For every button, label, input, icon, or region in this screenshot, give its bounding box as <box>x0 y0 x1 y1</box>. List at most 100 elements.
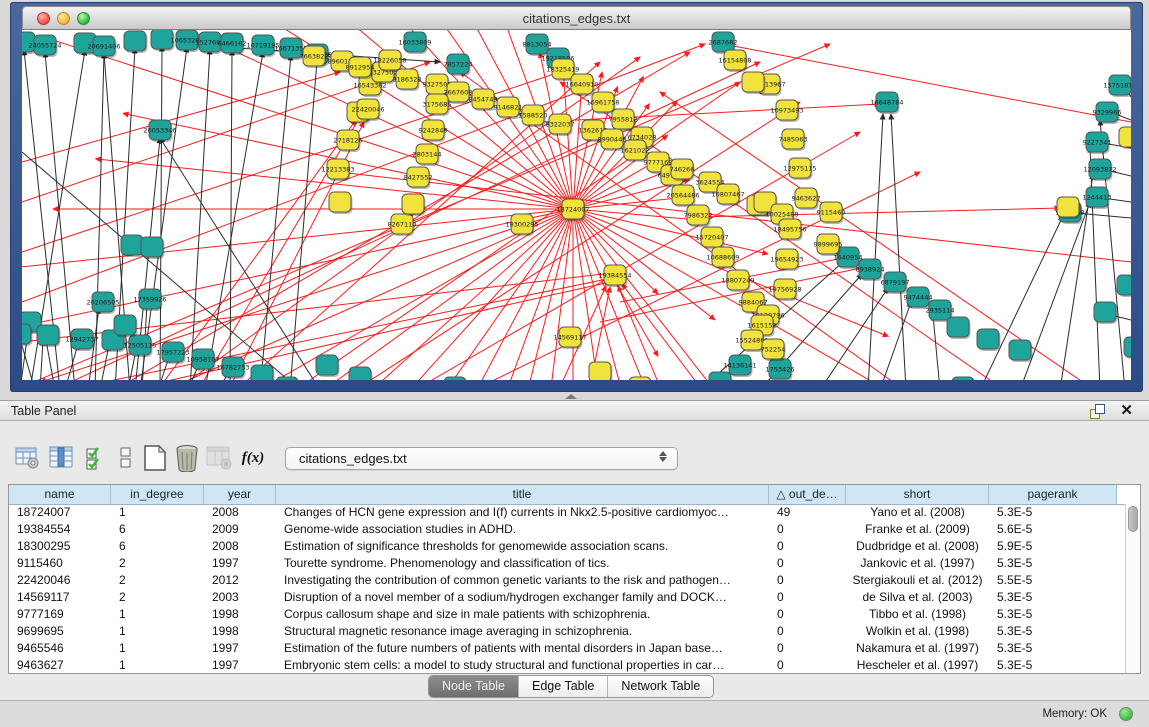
graph-node[interactable] <box>349 367 373 380</box>
graph-node[interactable]: 12213383 <box>321 159 354 181</box>
float-panel-button[interactable] <box>1090 404 1105 419</box>
graph-node[interactable] <box>444 377 468 380</box>
graph-node[interactable] <box>1124 337 1131 359</box>
graph-node[interactable]: 752254 <box>761 339 786 361</box>
graph-node[interactable]: 3175685 <box>423 94 452 116</box>
graph-node[interactable]: 10688609 <box>706 247 739 269</box>
graph-node[interactable]: 16033809 <box>398 32 431 54</box>
table-row[interactable]: 969969511998Structural magnetic resonanc… <box>9 623 1124 640</box>
graph-node[interactable] <box>709 372 733 380</box>
graph-node[interactable]: 1244413 <box>1083 187 1112 209</box>
graph-node[interactable] <box>329 192 353 214</box>
window-titlebar[interactable]: citations_edges.txt <box>22 6 1131 30</box>
graph-node[interactable]: 16648784 <box>870 92 903 114</box>
graph-node[interactable] <box>316 355 340 377</box>
graph-node[interactable]: 9329966 <box>1093 102 1122 124</box>
graph-node[interactable]: 7857224 <box>444 54 473 76</box>
table-row[interactable]: 1938455462009Genome-wide association stu… <box>9 521 1124 538</box>
column-header-short[interactable]: short <box>846 485 989 504</box>
graph-node[interactable]: 19756928 <box>768 279 801 301</box>
table-scrollbar[interactable] <box>1125 504 1140 673</box>
column-header-title[interactable]: title <box>276 485 769 504</box>
tab-edge-table[interactable]: Edge Table <box>519 676 608 697</box>
column-header-out_de[interactable]: △ out_de… <box>769 485 846 504</box>
graph-node[interactable]: 8427552 <box>404 167 433 189</box>
table-options-icon[interactable] <box>14 443 40 473</box>
table-row[interactable]: 946554611997Estimation of the future num… <box>9 640 1124 657</box>
graph-node[interactable] <box>124 31 148 53</box>
select-columns-icon[interactable] <box>84 443 110 473</box>
table-row[interactable]: 1456911722003Disruption of a novel membe… <box>9 589 1124 606</box>
graph-node[interactable] <box>952 377 976 380</box>
graph-node[interactable]: 2803144 <box>413 144 442 166</box>
graph-node[interactable] <box>1094 302 1118 324</box>
graph-node[interactable]: 12942737 <box>65 329 98 351</box>
graph-node[interactable] <box>1117 275 1131 297</box>
table-row[interactable]: 1872400712008Changes of HCN gene express… <box>9 504 1124 521</box>
graph-node[interactable]: 15720407 <box>695 227 728 249</box>
table-row[interactable]: 977716911998Corpus callosum shape and si… <box>9 606 1124 623</box>
graph-node[interactable]: 6466162 <box>218 33 247 55</box>
graph-node[interactable] <box>276 377 300 380</box>
graph-node[interactable]: 16782753 <box>216 357 249 379</box>
graph-node[interactable]: 12093872 <box>1083 159 1116 181</box>
graph-node[interactable] <box>22 324 33 346</box>
function-builder-icon[interactable]: f(x) <box>240 443 266 473</box>
show-columns-icon[interactable] <box>48 443 74 473</box>
close-panel-button[interactable]: ✕ <box>1120 402 1133 420</box>
graph-node[interactable]: 18807249 <box>721 270 754 292</box>
graph-node[interactable] <box>947 317 971 339</box>
graph-node[interactable] <box>37 325 61 347</box>
tab-node-table[interactable]: Node Table <box>429 676 519 697</box>
column-header-in_degree[interactable]: in_degree <box>111 485 204 504</box>
table-row[interactable]: 911546021997Tourette syndrome. Phenomeno… <box>9 555 1124 572</box>
column-header-pagerank[interactable]: pagerank <box>989 485 1117 504</box>
scrollbar-thumb[interactable] <box>1128 506 1138 532</box>
graph-node[interactable]: 17957223 <box>156 342 189 364</box>
graph-node[interactable]: 7485063 <box>779 129 808 151</box>
row-height-icon[interactable] <box>113 443 139 473</box>
table-row[interactable]: 946362711997Embryonic stem cells: a mode… <box>9 657 1124 673</box>
graph-node[interactable] <box>629 377 653 380</box>
graph-node[interactable]: 8912954 <box>346 57 375 79</box>
graph-node[interactable] <box>114 315 138 337</box>
graph-node[interactable]: 12975115 <box>783 158 816 180</box>
column-header-year[interactable]: year <box>204 485 276 504</box>
graph-node[interactable]: 19654923 <box>770 249 803 271</box>
graph-node[interactable]: 9899695 <box>814 234 843 256</box>
graph-node[interactable] <box>402 194 426 216</box>
table-selector-dropdown[interactable]: citations_edges.txt <box>285 447 678 470</box>
graph-node[interactable] <box>141 237 165 259</box>
column-header-name[interactable]: name <box>9 485 111 504</box>
graph-node[interactable]: 15751874 <box>1103 75 1131 97</box>
graph-node[interactable]: 9463627 <box>792 188 821 210</box>
graph-node[interactable]: 8322037 <box>546 114 575 136</box>
memory-ok-indicator[interactable] <box>1119 707 1133 721</box>
graph-node[interactable]: 1588520 <box>519 105 548 127</box>
graph-node[interactable] <box>589 362 613 380</box>
panel-splitter-handle[interactable] <box>565 394 577 399</box>
graph-node[interactable]: 9227341 <box>1083 132 1112 154</box>
graph-node[interactable] <box>1119 127 1131 149</box>
tab-network-table[interactable]: Network Table <box>608 676 713 697</box>
graph-node[interactable]: 20206505 <box>86 292 119 314</box>
graph-node[interactable]: 746266 <box>670 159 695 181</box>
graph-node[interactable]: 17359926 <box>133 289 166 311</box>
table-row[interactable]: 2242004622012Investigating the contribut… <box>9 572 1124 589</box>
graph-node[interactable] <box>1009 340 1033 362</box>
graph-node[interactable]: 7663822 <box>300 46 329 68</box>
graph-node[interactable]: 2718126 <box>334 130 363 152</box>
network-graph-canvas[interactable]: 2405572420691406106532871527602646616210… <box>22 30 1131 380</box>
delete-table-icon[interactable] <box>174 443 200 473</box>
graph-node[interactable] <box>742 72 766 94</box>
graph-node[interactable] <box>251 365 275 380</box>
new-table-icon[interactable] <box>142 443 168 473</box>
graph-node[interactable] <box>977 329 1001 351</box>
graph-node[interactable] <box>1057 197 1081 219</box>
table-row[interactable]: 1830029562008Estimation of significance … <box>9 538 1124 555</box>
graph-node[interactable]: 8186328 <box>393 69 422 91</box>
graph-node[interactable]: 6879197 <box>881 272 910 294</box>
graph-node[interactable]: 20564486 <box>666 185 699 207</box>
graph-node[interactable]: 7986322 <box>684 205 713 227</box>
graph-node[interactable]: 1753426 <box>766 359 795 380</box>
